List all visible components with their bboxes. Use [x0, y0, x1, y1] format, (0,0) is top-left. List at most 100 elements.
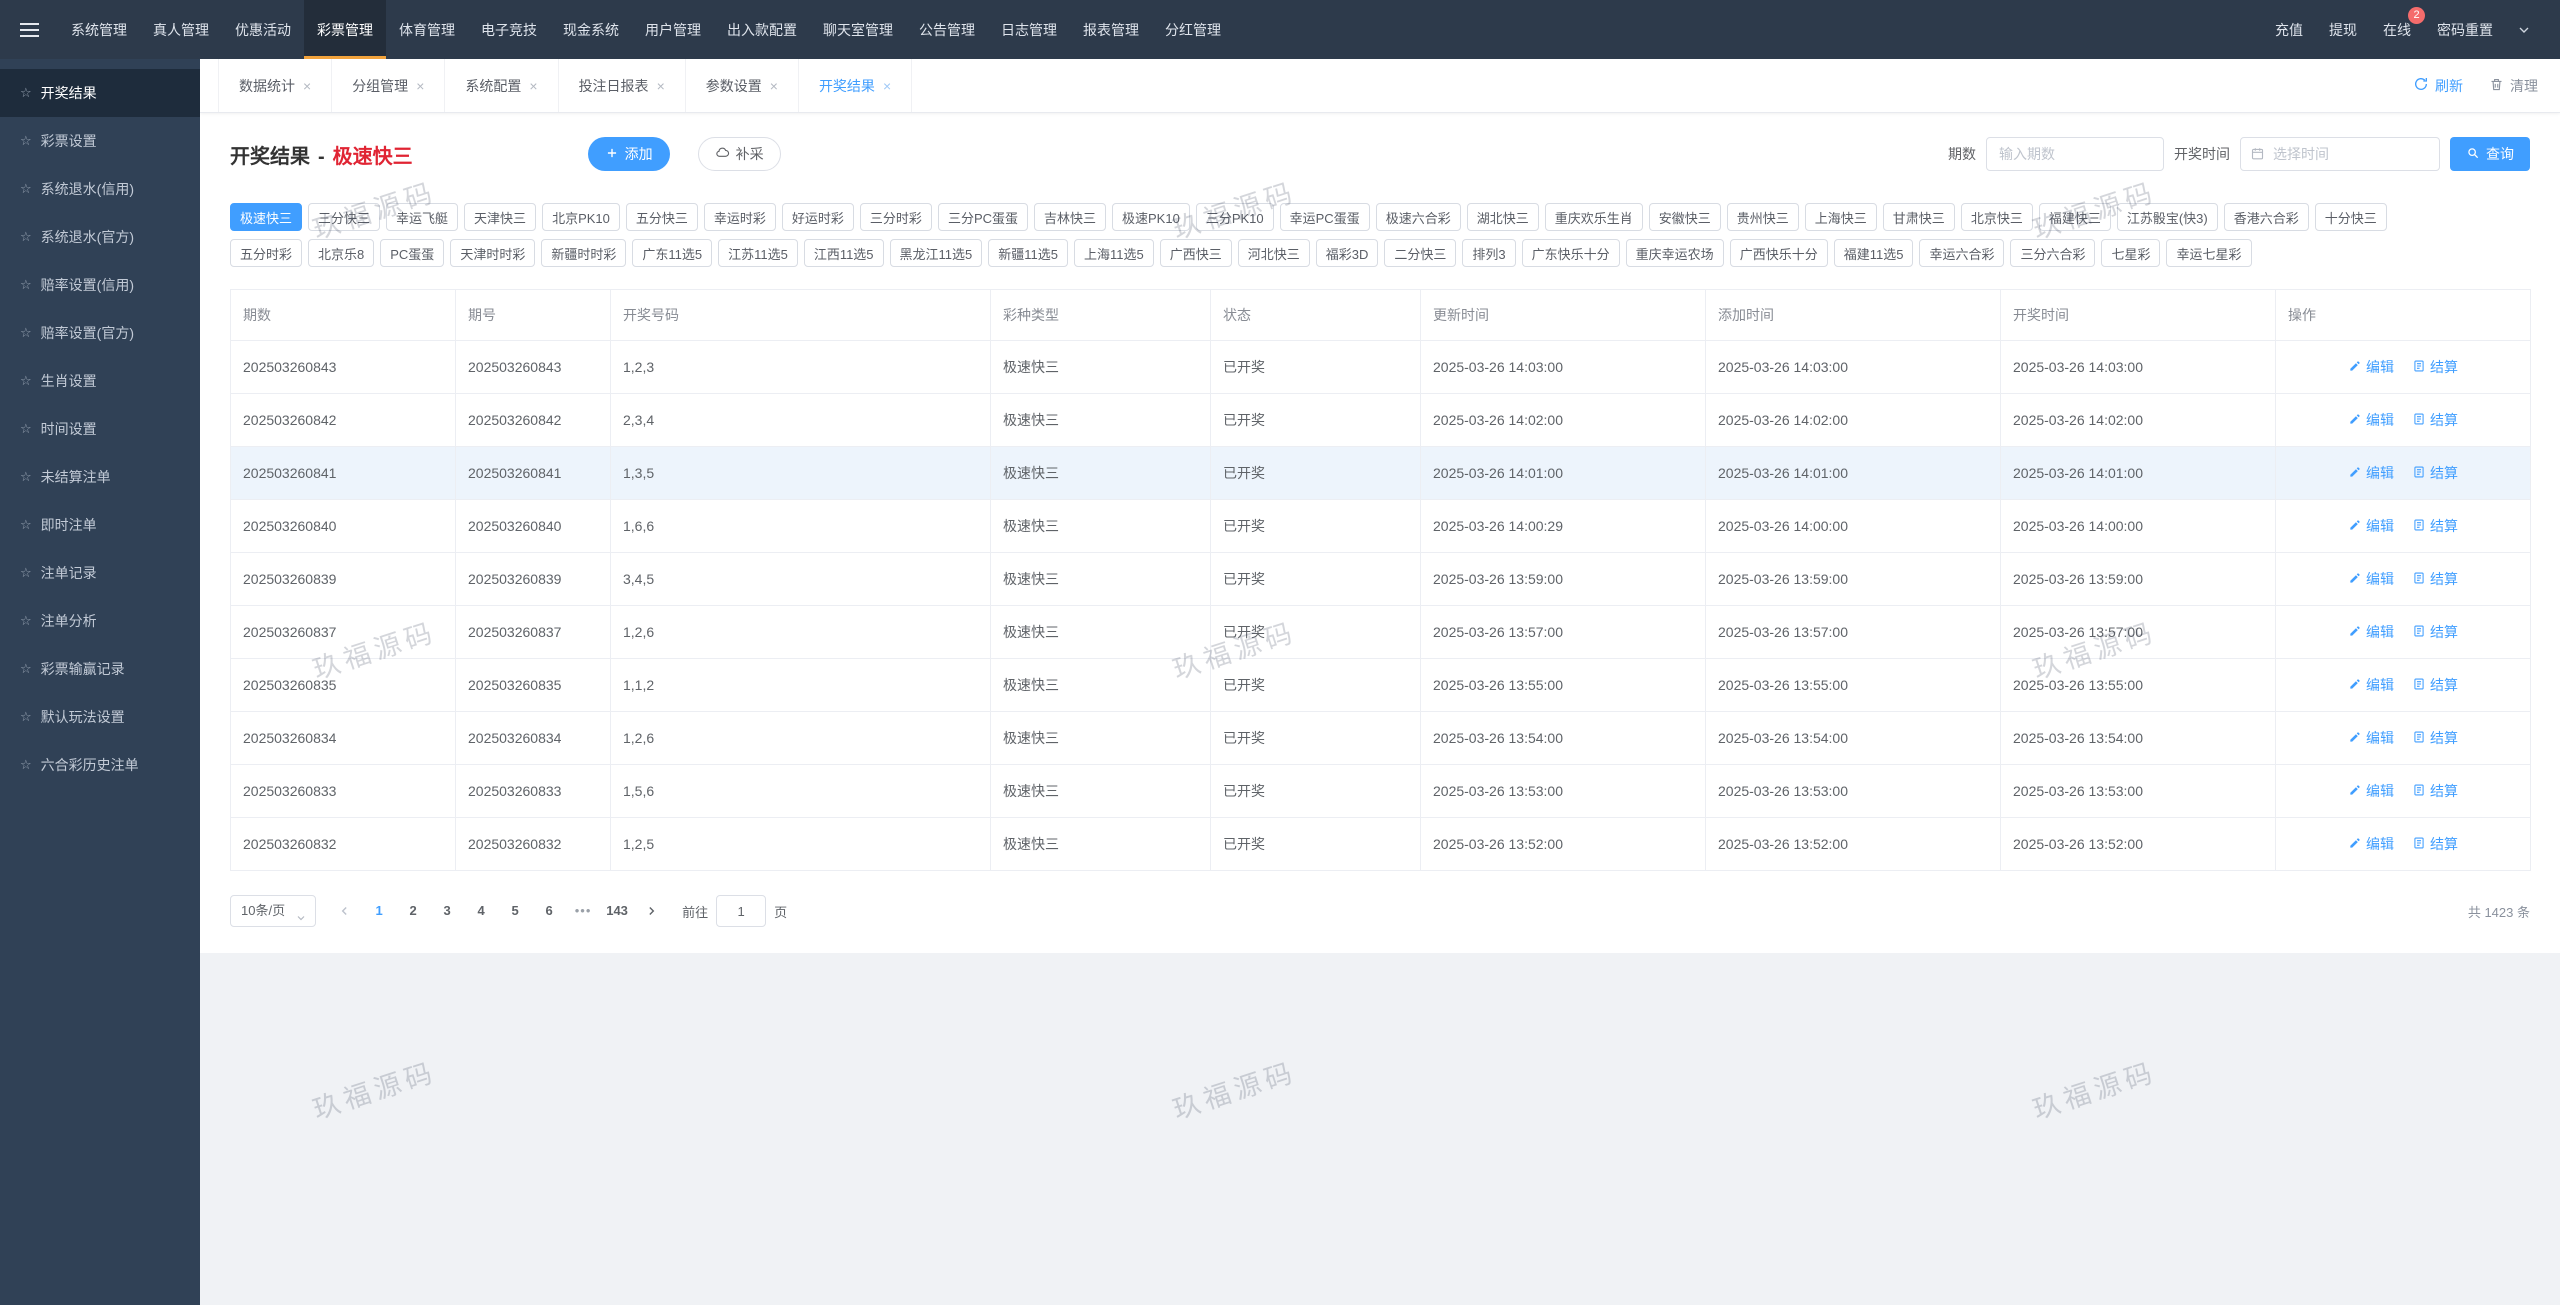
filter-button[interactable]: 极速快三 [230, 203, 303, 231]
add-button[interactable]: 添加 [587, 137, 670, 171]
close-icon[interactable]: × [416, 79, 424, 93]
nav-item[interactable]: 聊天室管理 [810, 0, 906, 59]
filter-button[interactable]: 三分PK10 [1195, 203, 1274, 231]
filter-button[interactable]: 广东快乐十分 [1521, 239, 1620, 267]
page-number[interactable]: 3 [432, 895, 462, 927]
filter-button[interactable]: 广东11选5 [632, 239, 713, 267]
nav-item[interactable]: 出入款配置 [714, 0, 810, 59]
sidebar-item[interactable]: ☆ 开奖结果 [0, 69, 200, 117]
edit-button[interactable]: 编辑 [2348, 516, 2394, 536]
filter-button[interactable]: 广西快乐十分 [1729, 239, 1828, 267]
nav-item[interactable]: 用户管理 [632, 0, 714, 59]
filter-button[interactable]: 极速PK10 [1112, 203, 1190, 231]
edit-button[interactable]: 编辑 [2348, 834, 2394, 854]
filter-button[interactable]: 五分时彩 [230, 239, 303, 267]
filter-button[interactable]: 安徽快三 [1648, 203, 1721, 231]
menu-toggle-button[interactable] [0, 0, 58, 59]
filter-button[interactable]: 上海11选5 [1074, 239, 1154, 267]
filter-button[interactable]: 极速六合彩 [1375, 203, 1461, 231]
sidebar-item[interactable]: ☆ 未结算注单 [0, 453, 200, 501]
filter-button[interactable]: 北京快三 [1960, 203, 2033, 231]
page-number[interactable]: ••• [568, 895, 598, 927]
filter-button[interactable]: 重庆幸运农场 [1625, 239, 1724, 267]
tab[interactable]: 参数设置 × [686, 59, 799, 112]
edit-button[interactable]: 编辑 [2348, 728, 2394, 748]
filter-button[interactable]: 幸运时彩 [703, 203, 776, 231]
nav-item[interactable]: 在线 2 [2370, 0, 2425, 59]
filter-button[interactable]: 排列3 [1462, 239, 1516, 267]
filter-button[interactable]: 天津快三 [464, 203, 537, 231]
sidebar-item[interactable]: ☆ 彩票输赢记录 [0, 645, 200, 693]
page-number[interactable]: 1 [364, 895, 394, 927]
nav-item[interactable]: 真人管理 [140, 0, 222, 59]
tab[interactable]: 数据统计 × [218, 59, 333, 112]
refresh-button[interactable]: 刷新 [2413, 76, 2463, 96]
filter-button[interactable]: 上海快三 [1804, 203, 1877, 231]
nav-item[interactable]: 系统管理 [58, 0, 140, 59]
nav-item[interactable]: 密码重置 [2424, 0, 2506, 59]
filter-button[interactable]: 甘肃快三 [1882, 203, 1955, 231]
nav-item[interactable]: 电子竞技 [468, 0, 550, 59]
sidebar-item[interactable]: ☆ 生肖设置 [0, 357, 200, 405]
filter-button[interactable]: 新疆11选5 [988, 239, 1069, 267]
nav-item[interactable]: 优惠活动 [222, 0, 304, 59]
period-input[interactable] [1986, 137, 2164, 171]
filter-button[interactable]: 湖北快三 [1466, 203, 1539, 231]
sidebar-item[interactable]: ☆ 注单分析 [0, 597, 200, 645]
sidebar-item[interactable]: ☆ 注单记录 [0, 549, 200, 597]
settle-button[interactable]: 结算 [2412, 675, 2458, 695]
filter-button[interactable]: 幸运六合彩 [1919, 239, 2005, 267]
settle-button[interactable]: 结算 [2412, 569, 2458, 589]
filter-button[interactable]: 天津时时彩 [450, 239, 536, 267]
filter-button[interactable]: 幸运飞艇 [386, 203, 459, 231]
filter-button[interactable]: 十分快三 [2314, 203, 2387, 231]
tab[interactable]: 投注日报表 × [559, 59, 686, 112]
tab[interactable]: 系统配置 × [445, 59, 559, 112]
filter-button[interactable]: 三分时彩 [859, 203, 932, 231]
page-size-select[interactable]: 10条/页 [230, 895, 317, 927]
nav-item[interactable]: 分红管理 [1152, 0, 1234, 59]
clear-button[interactable]: 清理 [2489, 76, 2538, 96]
sidebar-item[interactable]: ☆ 彩票设置 [0, 117, 200, 165]
settle-button[interactable]: 结算 [2412, 622, 2458, 642]
filter-button[interactable]: 贵州快三 [1726, 203, 1799, 231]
sidebar-item[interactable]: ☆ 即时注单 [0, 501, 200, 549]
edit-button[interactable]: 编辑 [2348, 622, 2394, 642]
filter-button[interactable]: 福建快三 [2038, 203, 2111, 231]
filter-button[interactable]: 江苏11选5 [718, 239, 798, 267]
sidebar-item[interactable]: ☆ 系统退水(官方) [0, 213, 200, 261]
filter-button[interactable]: 三分快三 [308, 203, 381, 231]
prev-page-button[interactable] [328, 904, 362, 918]
close-icon[interactable]: × [529, 79, 537, 93]
nav-item[interactable]: 充值 [2262, 0, 2316, 59]
edit-button[interactable]: 编辑 [2348, 569, 2394, 589]
settle-button[interactable]: 结算 [2412, 834, 2458, 854]
filter-button[interactable]: 广西快三 [1159, 239, 1232, 267]
page-number[interactable]: 143 [602, 895, 632, 927]
settle-button[interactable]: 结算 [2412, 516, 2458, 536]
filter-button[interactable]: 重庆欢乐生肖 [1544, 203, 1643, 231]
settle-button[interactable]: 结算 [2412, 728, 2458, 748]
nav-item[interactable]: 提现 [2316, 0, 2370, 59]
filter-button[interactable]: 三分PC蛋蛋 [937, 203, 1028, 231]
close-icon[interactable]: × [303, 79, 311, 93]
search-button[interactable]: 查询 [2450, 137, 2530, 171]
settle-button[interactable]: 结算 [2412, 781, 2458, 801]
edit-button[interactable]: 编辑 [2348, 675, 2394, 695]
collect-button[interactable]: 补采 [697, 137, 781, 171]
filter-button[interactable]: 黑龙江11选5 [889, 239, 983, 267]
settle-button[interactable]: 结算 [2412, 463, 2458, 483]
edit-button[interactable]: 编辑 [2348, 357, 2394, 377]
chevron-down-icon[interactable] [2506, 0, 2542, 59]
page-number[interactable]: 6 [534, 895, 564, 927]
edit-button[interactable]: 编辑 [2348, 410, 2394, 430]
filter-button[interactable]: 幸运七星彩 [2166, 239, 2252, 267]
filter-button[interactable]: 五分快三 [625, 203, 698, 231]
sidebar-item[interactable]: ☆ 默认玩法设置 [0, 693, 200, 741]
sidebar-item[interactable]: ☆ 六合彩历史注单 [0, 741, 200, 789]
filter-button[interactable]: 北京乐8 [308, 239, 375, 267]
nav-item[interactable]: 公告管理 [906, 0, 988, 59]
filter-button[interactable]: 河北快三 [1237, 239, 1310, 267]
edit-button[interactable]: 编辑 [2348, 463, 2394, 483]
filter-button[interactable]: 北京PK10 [542, 203, 620, 231]
